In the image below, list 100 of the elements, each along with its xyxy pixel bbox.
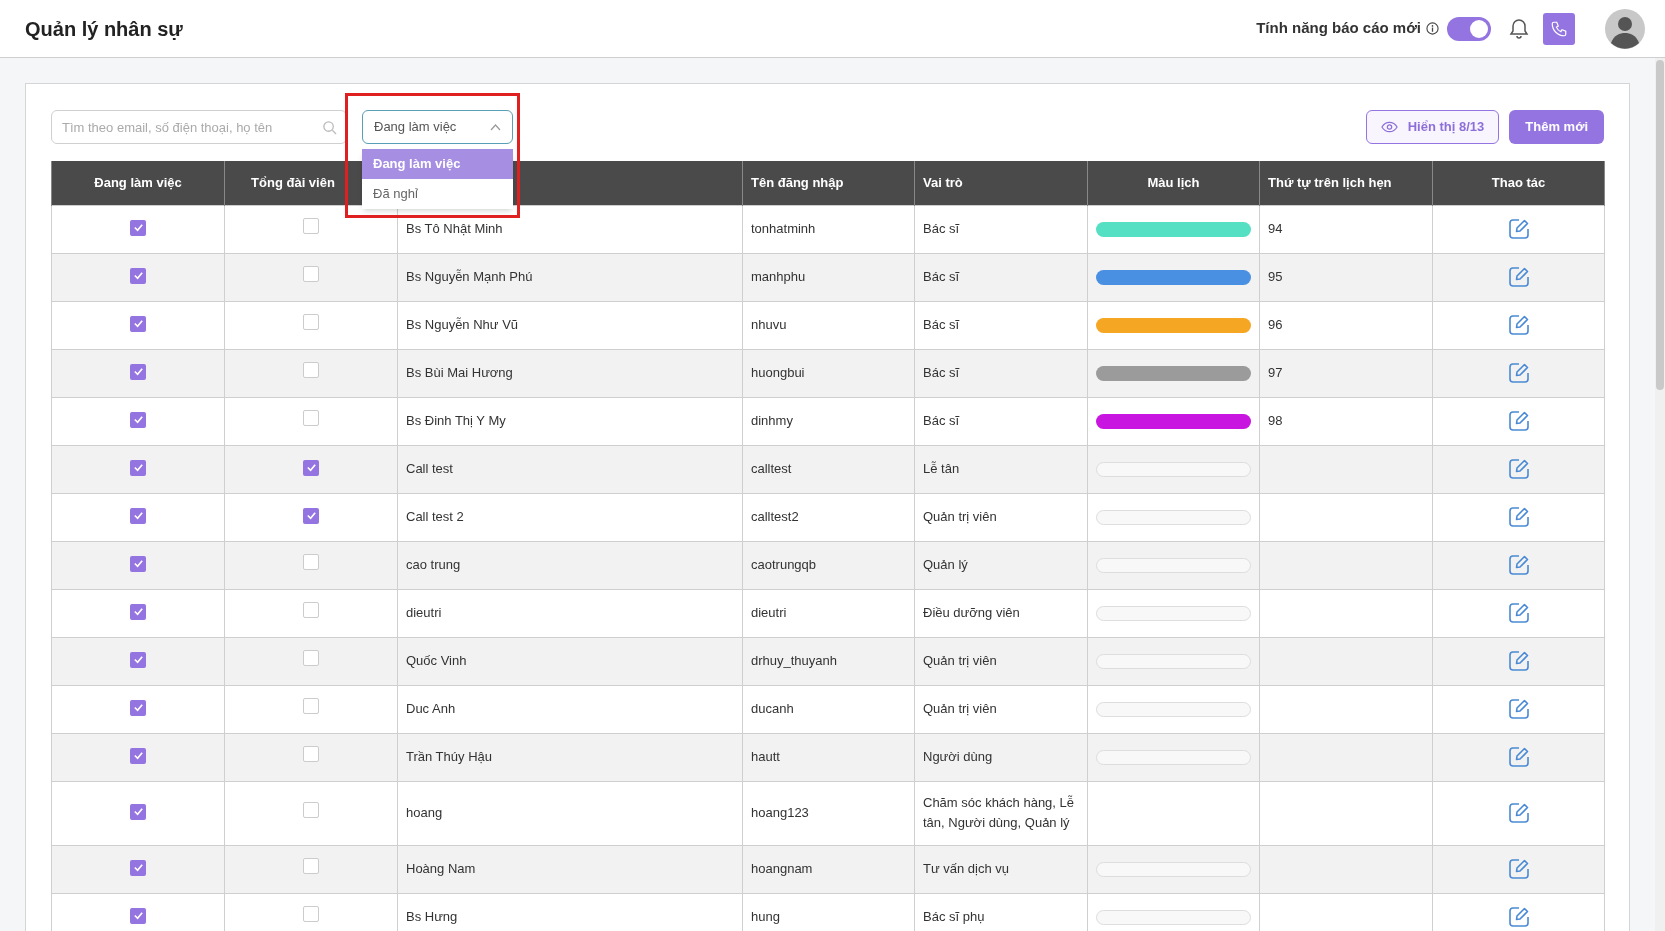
username-text: tonhatminh <box>751 221 816 236</box>
order-number: 98 <box>1268 413 1283 429</box>
checkbox[interactable] <box>130 363 146 380</box>
edit-icon[interactable] <box>1507 906 1530 928</box>
checkbox[interactable] <box>130 507 146 524</box>
checkbox[interactable] <box>303 507 319 524</box>
checkbox[interactable] <box>303 802 319 819</box>
checkbox[interactable] <box>130 907 146 924</box>
edit-icon[interactable] <box>1507 506 1530 528</box>
name-text: Trần Thúy Hậu <box>406 749 492 764</box>
checkmark-icon <box>132 318 144 330</box>
dropdown-option[interactable]: Đã nghỉ <box>362 179 513 209</box>
bell-icon[interactable] <box>1509 17 1529 40</box>
checkbox[interactable] <box>130 459 146 476</box>
name-text: Bs Bùi Mai Hương <box>406 365 513 380</box>
view-button[interactable]: Hiển thị 8/13 <box>1365 110 1500 144</box>
checkmark-icon <box>132 510 144 522</box>
checkmark-icon <box>132 270 144 282</box>
edit-icon[interactable] <box>1507 602 1530 624</box>
checkbox[interactable] <box>303 602 319 619</box>
role-text: Bác sĩ <box>923 413 960 428</box>
checkbox[interactable] <box>130 219 146 236</box>
phone-button[interactable] <box>1543 12 1575 45</box>
checkbox[interactable] <box>303 906 319 923</box>
order-number: 96 <box>1268 317 1283 333</box>
username-text: calltest2 <box>751 509 799 524</box>
edit-icon[interactable] <box>1507 858 1530 880</box>
scrollbar-thumb[interactable] <box>1656 60 1664 390</box>
name-text: Bs Nguyễn Như Vũ <box>406 317 519 332</box>
checkbox[interactable] <box>303 650 319 667</box>
dropdown-option[interactable]: Đang làm việc <box>362 149 513 179</box>
checkbox[interactable] <box>303 459 319 476</box>
checkbox[interactable] <box>130 267 146 284</box>
role-text: Lễ tân <box>923 461 960 476</box>
edit-icon[interactable] <box>1507 218 1530 240</box>
role-text: Quản trị viên <box>923 509 997 524</box>
checkmark-icon <box>132 910 144 922</box>
edit-icon[interactable] <box>1507 362 1530 384</box>
name-text: Call test <box>406 461 453 476</box>
column-header: Đang làm việc <box>51 161 225 205</box>
toggle-switch[interactable] <box>1447 16 1491 41</box>
checkbox[interactable] <box>303 314 319 331</box>
column-header: Thứ tự trên lịch hẹn <box>1259 161 1433 205</box>
checkmark-icon <box>132 862 144 874</box>
checkbox[interactable] <box>130 555 146 572</box>
edit-icon[interactable] <box>1507 410 1530 432</box>
edit-icon[interactable] <box>1507 266 1530 288</box>
edit-icon[interactable] <box>1507 314 1530 336</box>
checkmark-icon <box>132 222 144 234</box>
username-text: dinhmy <box>751 413 793 428</box>
role-text: Bác sĩ phụ <box>923 909 985 924</box>
checkbox[interactable] <box>130 699 146 716</box>
checkmark-icon <box>132 606 144 618</box>
username-text: hoangnam <box>751 861 813 876</box>
checkmark-icon <box>305 462 317 474</box>
username-text: drhuy_thuyanh <box>751 653 837 668</box>
username-text: ducanh <box>751 701 794 716</box>
name-text: Bs Tô Nhật Minh <box>406 221 503 236</box>
checkbox[interactable] <box>303 746 319 763</box>
checkbox[interactable] <box>130 315 146 332</box>
name-text: Bs Đinh Thị Y My <box>406 413 506 428</box>
username-text: dieutri <box>751 605 787 620</box>
checkbox[interactable] <box>303 410 319 427</box>
role-text: Bác sĩ <box>923 221 960 236</box>
checkbox[interactable] <box>303 554 319 571</box>
checkmark-icon <box>132 654 144 666</box>
column-header: Thao tác <box>1432 161 1605 205</box>
role-text: Bác sĩ <box>923 365 960 380</box>
checkbox[interactable] <box>303 698 319 715</box>
edit-icon[interactable] <box>1507 458 1530 480</box>
edit-icon[interactable] <box>1507 746 1530 768</box>
checkmark-icon <box>132 414 144 426</box>
username-text: hoang123 <box>751 805 809 820</box>
edit-icon[interactable] <box>1507 554 1530 576</box>
checkbox[interactable] <box>130 859 146 876</box>
info-icon <box>1426 22 1439 35</box>
edit-icon[interactable] <box>1507 802 1530 824</box>
role-text: Chăm sóc khách hàng, Lễ tân, Người dùng, Quản lý <box>923 795 1075 830</box>
search-field[interactable]: Tìm theo email, số điện thoại, họ tên <box>51 110 347 144</box>
edit-icon[interactable] <box>1507 650 1530 672</box>
name-text: Quốc Vinh <box>406 653 467 668</box>
checkbox[interactable] <box>130 603 146 620</box>
checkbox[interactable] <box>303 266 319 283</box>
checkmark-icon <box>132 702 144 714</box>
name-text: Call test 2 <box>406 509 464 524</box>
checkbox[interactable] <box>303 362 319 379</box>
checkbox[interactable] <box>303 858 319 875</box>
checkbox[interactable] <box>130 747 146 764</box>
checkbox[interactable] <box>303 218 319 235</box>
edit-icon[interactable] <box>1507 698 1530 720</box>
order-number: 97 <box>1268 365 1283 381</box>
role-text: Bác sĩ <box>923 317 960 332</box>
name-text: hoang <box>406 805 443 820</box>
checkbox[interactable] <box>130 411 146 428</box>
add-button[interactable]: Thêm mới <box>1509 110 1604 144</box>
checkbox[interactable] <box>130 803 146 820</box>
avatar-icon[interactable] <box>1605 8 1645 49</box>
search-icon <box>322 120 337 135</box>
status-dropdown[interactable]: Đang làm việc <box>362 110 513 144</box>
checkbox[interactable] <box>130 651 146 668</box>
